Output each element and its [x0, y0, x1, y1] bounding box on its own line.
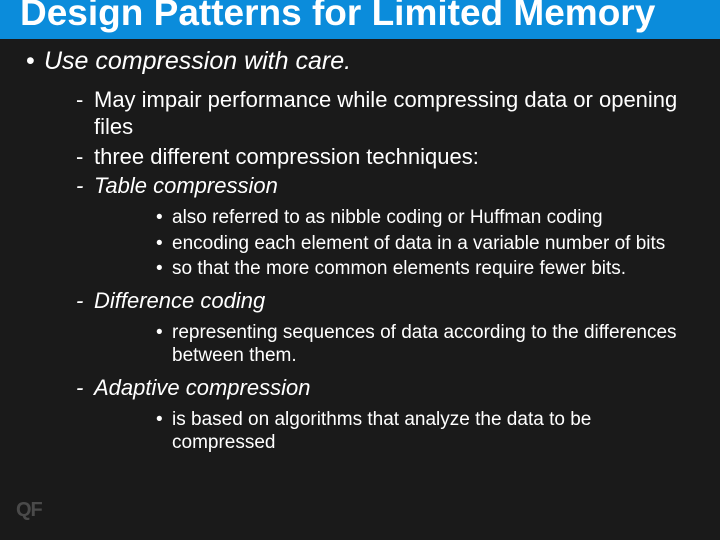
- list-item: also referred to as nibble coding or Huf…: [94, 206, 694, 230]
- slide-title: Design Patterns for Limited Memory: [20, 0, 700, 33]
- bullet-list-level2: May impair performance while compressing…: [44, 86, 694, 455]
- list-item: Difference coding representing sequences…: [44, 287, 694, 368]
- bullet-text: Table compression: [94, 173, 278, 198]
- bullet-text: Difference coding: [94, 288, 265, 313]
- bullet-text: Adaptive compression: [94, 375, 310, 400]
- slide-content: Use compression with care. May impair pe…: [0, 39, 720, 455]
- bullet-list-level3: representing sequences of data according…: [94, 321, 694, 369]
- list-item: representing sequences of data according…: [94, 321, 694, 369]
- list-item: Table compression also referred to as ni…: [44, 172, 694, 281]
- bullet-list-level1: Use compression with care. May impair pe…: [26, 47, 694, 455]
- slide: Design Patterns for Limited Memory Use c…: [0, 0, 720, 534]
- bullet-list-level3: also referred to as nibble coding or Huf…: [94, 206, 694, 281]
- list-item: is based on algorithms that analyze the …: [94, 408, 694, 456]
- footer-logo: QF: [16, 499, 42, 522]
- bullet-text: Use compression with care.: [44, 47, 351, 75]
- bullet-list-level3: is based on algorithms that analyze the …: [94, 408, 694, 456]
- list-item: May impair performance while compressing…: [44, 86, 694, 141]
- title-bar: Design Patterns for Limited Memory: [0, 0, 720, 39]
- list-item: Adaptive compression is based on algorit…: [44, 374, 694, 455]
- list-item: so that the more common elements require…: [94, 257, 694, 281]
- list-item: Use compression with care. May impair pe…: [26, 47, 694, 455]
- list-item: three different compression techniques:: [44, 143, 694, 171]
- list-item: encoding each element of data in a varia…: [94, 232, 694, 256]
